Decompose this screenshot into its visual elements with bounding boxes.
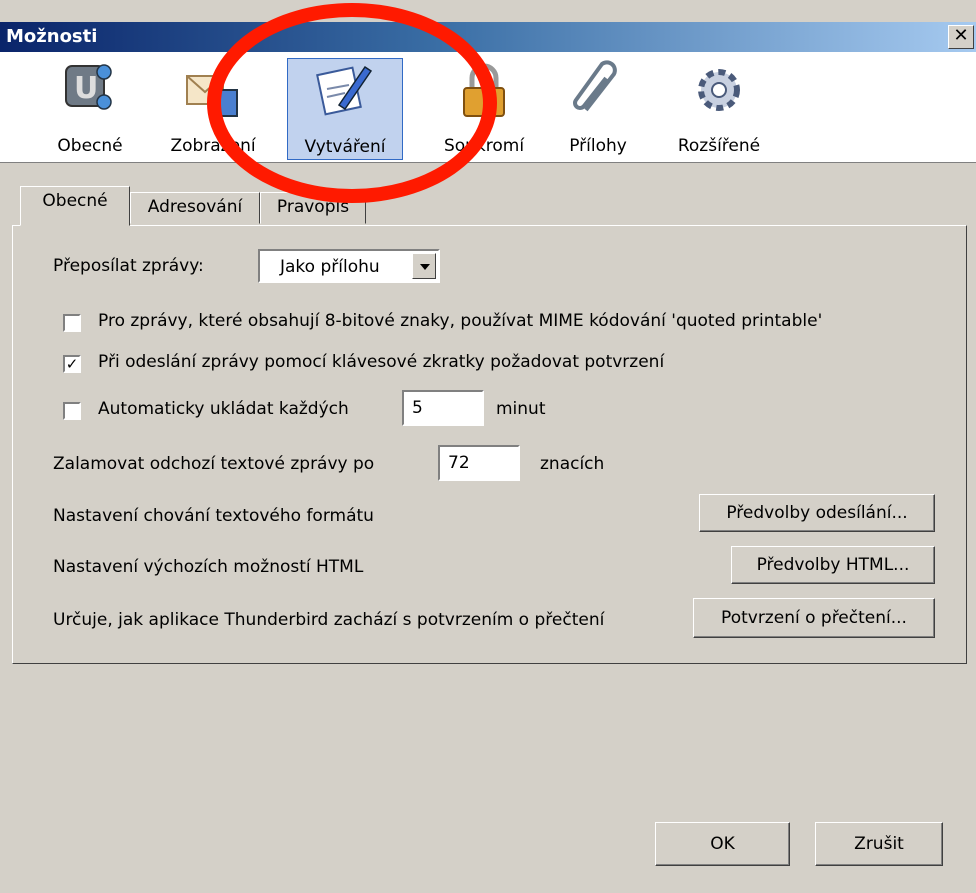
check-icon: ✓ <box>65 355 79 373</box>
advanced-icon <box>698 69 740 111</box>
toolbar-item-attachments[interactable]: Přílohy <box>556 58 640 158</box>
toolbar-item-advanced[interactable]: Rozšířené <box>664 58 774 158</box>
forward-select[interactable]: Jako přílohu <box>258 249 440 283</box>
general-tab-panel: Přeposílat zprávy: Jako přílohu Pro zprá… <box>12 225 967 664</box>
toolbar-label: Přílohy <box>569 136 627 156</box>
confirm-label: Při odeslání zprávy pomocí klávesové zkr… <box>98 352 665 372</box>
tab-spelling[interactable]: Pravopis <box>260 192 366 224</box>
chevron-down-icon[interactable] <box>412 253 436 279</box>
toolbar-item-display[interactable]: Zobrazení <box>155 58 271 158</box>
title-bar[interactable]: Možnosti ✕ <box>0 22 976 52</box>
tab-general[interactable]: Obecné <box>20 186 130 226</box>
options-dialog: Možnosti ✕ U Obecné Zobrazení Vytváření … <box>0 0 976 893</box>
autosave-checkbox[interactable] <box>63 402 81 420</box>
autosave-unit: minut <box>496 399 546 419</box>
privacy-icon <box>463 63 505 117</box>
confirm-checkbox[interactable]: ✓ <box>63 355 81 373</box>
toolbar-label: Rozšířené <box>677 136 761 156</box>
receipts-label: Určuje, jak aplikace Thunderbird zachází… <box>53 610 605 630</box>
toolbar-label: Vytváření <box>304 137 386 157</box>
general-icon: U <box>65 64 112 110</box>
wrap-unit: znacích <box>540 454 605 474</box>
attachments-icon <box>573 60 617 112</box>
category-toolbar: U Obecné Zobrazení Vytváření Soukromí Př… <box>0 52 976 163</box>
tab-addressing[interactable]: Adresování <box>130 192 260 224</box>
qp-label: Pro zprávy, které obsahují 8-bitové znak… <box>98 311 823 331</box>
toolbar-item-general[interactable]: U Obecné <box>40 58 140 158</box>
autosave-label: Automaticky ukládat každých <box>98 399 349 419</box>
html-preferences-button[interactable]: Předvolby HTML... <box>731 546 935 584</box>
svg-text:U: U <box>74 71 98 106</box>
wrap-label: Zalamovat odchozí textové zprávy po <box>53 454 375 474</box>
toolbar-item-privacy[interactable]: Soukromí <box>424 58 544 158</box>
ok-button[interactable]: OK <box>655 822 790 866</box>
close-button[interactable]: ✕ <box>948 25 974 49</box>
toolbar-item-composition[interactable]: Vytváření <box>287 58 403 160</box>
wrap-input[interactable]: 72 <box>438 445 520 481</box>
return-receipts-button[interactable]: Potvrzení o přečtení... <box>693 598 935 638</box>
display-icon <box>186 75 238 117</box>
toolbar-label: Soukromí <box>443 136 525 156</box>
qp-checkbox[interactable] <box>63 314 81 332</box>
toolbar-label: Zobrazení <box>170 136 256 156</box>
toolbar-label: Obecné <box>57 136 123 156</box>
cancel-button[interactable]: Zrušit <box>815 822 943 866</box>
html-label: Nastavení výchozích možností HTML <box>53 557 364 577</box>
text-format-label: Nastavení chování textového formátu <box>53 506 374 526</box>
window-title: Možnosti <box>6 26 98 47</box>
send-preferences-button[interactable]: Předvolby odesílání... <box>699 494 935 532</box>
composition-icon <box>316 65 373 116</box>
forward-label: Přeposílat zprávy: <box>53 256 204 276</box>
autosave-input[interactable]: 5 <box>402 390 484 426</box>
forward-value: Jako přílohu <box>280 257 380 277</box>
